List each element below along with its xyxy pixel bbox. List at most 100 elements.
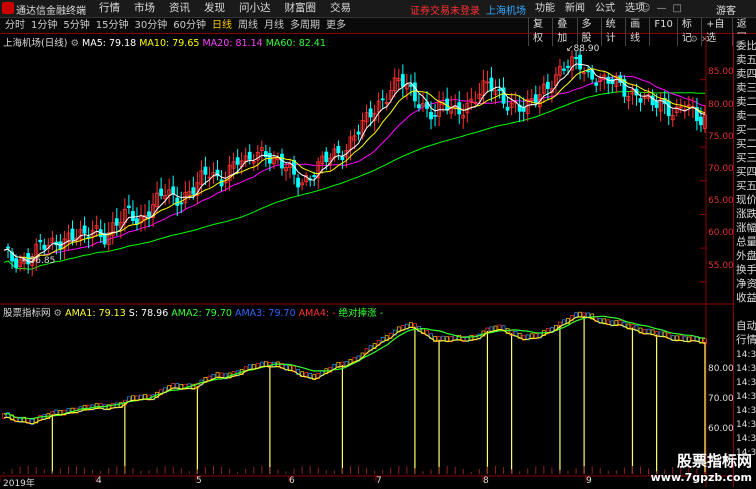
menu-market[interactable]: 市场	[127, 1, 162, 16]
candle-body	[70, 228, 75, 240]
x-axis-month: 5	[196, 476, 202, 486]
panel-item: 净资	[736, 278, 756, 290]
panel-item: 买二	[736, 138, 756, 150]
candle-body	[219, 179, 224, 187]
x-axis-month: 9	[586, 476, 592, 486]
watermark-url: www.7gpzb.com	[650, 471, 752, 484]
panel-item: 卖二	[736, 96, 756, 108]
sub-y-axis-label: 60.00	[708, 424, 734, 434]
period-toolbar: 分时 1分钟 5分钟 15分钟 30分钟 60分钟 日线 周线 月线 多周期 更…	[0, 18, 756, 46]
tab-more[interactable]: 更多	[323, 18, 349, 33]
price-chart[interactable]	[0, 34, 733, 487]
menu-discover[interactable]: 发现	[197, 1, 232, 16]
time-stamp: 14:30	[736, 420, 756, 430]
chart-grid	[0, 34, 733, 487]
candle-body	[179, 202, 184, 205]
tab-multi-period[interactable]: 多周期	[287, 18, 323, 33]
user-icon[interactable]: ☺	[640, 1, 650, 16]
formula-button[interactable]: 公式	[590, 1, 620, 16]
tab-weekly[interactable]: 周线	[235, 18, 261, 33]
maximize-icon[interactable]: □	[672, 1, 681, 16]
candle-body	[400, 74, 405, 87]
time-stamp: 14:30	[736, 350, 756, 360]
candle-body	[638, 98, 643, 103]
candle-body	[666, 100, 671, 117]
menu-wealth[interactable]: 财富圈	[278, 1, 324, 16]
candle-body	[296, 177, 300, 188]
y-axis-label: 55.00	[708, 261, 734, 271]
tab-60min[interactable]: 60分钟	[170, 18, 209, 33]
candle-body	[235, 157, 240, 165]
tab-30min[interactable]: 30分钟	[131, 18, 170, 33]
main-menu: 行情 市场 资讯 发现 问小达 财富圈 交易	[92, 1, 358, 16]
tab-1min[interactable]: 1分钟	[28, 18, 60, 33]
tab-monthly[interactable]: 月线	[261, 18, 287, 33]
candle-body	[336, 145, 341, 154]
candle-body	[594, 82, 599, 86]
panel-item: 换手	[736, 264, 756, 276]
candlestick-series	[6, 49, 707, 277]
x-axis-month: 6	[289, 476, 295, 486]
candle-body	[6, 246, 10, 249]
panel-item: 卖三	[736, 82, 756, 94]
panel-item: 总量	[736, 236, 756, 248]
candle-body	[574, 56, 578, 59]
x-axis-year: 2019年	[3, 479, 35, 489]
panel-item: 卖五	[736, 54, 756, 66]
candle-body	[433, 114, 437, 117]
panel-item: 涨跌	[736, 208, 756, 220]
function-button[interactable]: 功能	[530, 1, 560, 16]
tab-5min[interactable]: 5分钟	[60, 18, 92, 33]
menu-ask[interactable]: 问小达	[232, 1, 278, 16]
candle-body	[545, 81, 550, 89]
candle-body	[42, 244, 47, 250]
news-button[interactable]: 新闻	[560, 1, 590, 16]
time-stamp: 14:30	[736, 378, 756, 388]
tab-daily[interactable]: 日线	[209, 18, 235, 33]
auto-button[interactable]: 自动	[736, 318, 756, 333]
ama1-polyline	[3, 316, 706, 425]
candle-body	[126, 205, 131, 208]
trade-login-status[interactable]: 证券交易未登录	[410, 6, 480, 17]
candle-body	[191, 187, 196, 195]
tab-15min[interactable]: 15分钟	[93, 18, 132, 33]
candle-body	[533, 94, 538, 104]
tab-timeshare[interactable]: 分时	[2, 18, 28, 33]
candle-body	[497, 89, 502, 91]
candle-body	[368, 108, 373, 118]
panel-item: 涨幅	[736, 222, 756, 234]
candle-body	[171, 186, 176, 195]
menu-quotes[interactable]: 行情	[92, 1, 127, 16]
candle-body	[114, 218, 119, 226]
function-controls: 功能 新闻 公式 选项	[530, 1, 650, 16]
panel-item: 现价	[736, 194, 756, 206]
panel-item: 委比	[736, 40, 756, 52]
guest-label[interactable]: 游客	[716, 2, 736, 17]
watermark: 股票指标网 www.7gpzb.com	[651, 450, 752, 484]
minimize-icon[interactable]: —	[656, 1, 666, 16]
y-axis-label: 75.00	[708, 132, 734, 142]
panel-item: 买一	[736, 124, 756, 136]
high-price-value: 88.90	[573, 44, 600, 54]
candle-body	[586, 70, 591, 73]
time-stamp: 14:30	[736, 364, 756, 374]
candle-body	[505, 106, 510, 111]
menu-trade[interactable]: 交易	[323, 1, 358, 16]
candle-body	[356, 131, 361, 135]
y-axis-label: 60.00	[708, 228, 734, 238]
candle-body	[159, 188, 164, 197]
watermark-title: 股票指标网	[676, 452, 752, 470]
quote-side-panel: 委比 卖五 卖四 卖三 卖二 卖一 买一 买二 买三 买四 买五 现价 涨跌 涨…	[733, 34, 756, 487]
panel-item: 外盘	[736, 250, 756, 262]
menu-news[interactable]: 资讯	[162, 1, 197, 16]
time-stamp: 14:30	[736, 392, 756, 402]
x-axis-month: 7	[376, 476, 382, 486]
candle-body	[699, 116, 703, 126]
candle-body	[147, 211, 151, 217]
candle-body	[417, 104, 421, 109]
ama2-polyline	[3, 315, 706, 420]
candle-body	[340, 156, 345, 160]
candle-body	[135, 218, 139, 225]
candle-body	[578, 54, 582, 70]
candle-body	[562, 68, 566, 71]
